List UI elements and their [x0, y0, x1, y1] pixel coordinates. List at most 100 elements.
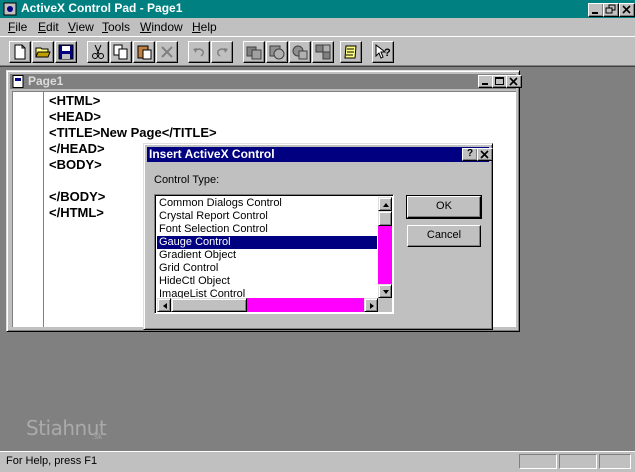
- window-title: ActiveX Control Pad - Page1: [21, 1, 183, 15]
- toolbar: ?: [0, 36, 635, 66]
- insert-activex-dialog[interactable]: Insert ActiveX Control ? Control Type: C…: [143, 143, 493, 330]
- object-button-4[interactable]: [312, 41, 334, 63]
- paste-icon: [137, 45, 152, 60]
- watermark-suffix: .sk: [92, 432, 103, 441]
- code-line: </HTML>: [49, 205, 104, 220]
- scroll-left-button[interactable]: [157, 298, 171, 312]
- delete-icon: [161, 46, 173, 58]
- code-line: <TITLE>New Page</TITLE>: [49, 125, 217, 140]
- undo-button[interactable]: [188, 41, 210, 63]
- main-titlebar[interactable]: ActiveX Control Pad - Page1: [0, 0, 635, 18]
- list-item[interactable]: Crystal Report Control: [157, 210, 377, 223]
- scroll-right-button[interactable]: [364, 298, 378, 312]
- ok-button[interactable]: OK: [406, 195, 482, 219]
- cut-button[interactable]: [87, 41, 109, 63]
- cancel-button[interactable]: Cancel: [407, 225, 481, 247]
- script-wizard-button[interactable]: [340, 41, 362, 63]
- object-icon-4: [315, 44, 331, 60]
- code-line: </HEAD>: [49, 141, 105, 156]
- object-icon-3: [292, 45, 308, 60]
- status-pane-2: [559, 454, 597, 469]
- menu-help-label: elp: [200, 20, 217, 34]
- control-type-listbox[interactable]: Common Dialogs Control Crystal Report Co…: [154, 194, 394, 314]
- open-icon: [35, 47, 51, 58]
- script-wizard-icon: [344, 45, 357, 59]
- save-button[interactable]: [55, 41, 77, 63]
- menu-edit-mnemonic: E: [38, 20, 47, 34]
- scroll-up-button[interactable]: [378, 197, 392, 211]
- dialog-close-button[interactable]: [477, 148, 493, 161]
- control-type-label: Control Type:: [154, 174, 220, 186]
- menu-edit[interactable]: Edit: [38, 20, 59, 34]
- copy-button[interactable]: [110, 41, 132, 63]
- save-icon: [58, 44, 74, 60]
- delete-button[interactable]: [156, 41, 178, 63]
- dialog-help-button[interactable]: ?: [462, 148, 478, 161]
- menu-view-mnemonic: V: [68, 20, 76, 34]
- paste-button[interactable]: [133, 41, 155, 63]
- redo-button[interactable]: [211, 41, 233, 63]
- app-icon[interactable]: [3, 2, 17, 16]
- list-item[interactable]: Common Dialogs Control: [157, 197, 377, 210]
- new-button[interactable]: [9, 41, 31, 63]
- restore-button[interactable]: [603, 3, 619, 17]
- undo-icon: [193, 48, 204, 57]
- menu-file-label: ile: [15, 20, 28, 34]
- dialog-title: Insert ActiveX Control: [149, 147, 275, 161]
- arrow-right-icon: [370, 303, 374, 309]
- menu-window-label: indow: [151, 20, 183, 34]
- menu-help[interactable]: Help: [192, 20, 217, 34]
- new-icon: [14, 44, 26, 60]
- scroll-corner: [378, 298, 392, 312]
- menu-window[interactable]: Window: [140, 20, 183, 34]
- list-item[interactable]: Gradient Object: [157, 249, 377, 262]
- redo-icon: [217, 48, 228, 57]
- open-button[interactable]: [32, 41, 54, 63]
- page1-titlebar[interactable]: Page1: [10, 74, 522, 89]
- arrow-up-icon: [383, 203, 389, 207]
- listbox-vertical-scrollbar[interactable]: [378, 197, 392, 298]
- list-item[interactable]: Grid Control: [157, 262, 377, 275]
- status-bar: For Help, press F1: [0, 451, 635, 472]
- page1-close-button[interactable]: [506, 75, 522, 88]
- object-button-3[interactable]: [289, 41, 311, 63]
- menu-bar: File Edit View Tools Window Help: [0, 18, 635, 36]
- dialog-titlebar[interactable]: Insert ActiveX Control ?: [147, 147, 493, 162]
- status-pane-3: [599, 454, 631, 469]
- object-icon-1: [246, 46, 262, 60]
- menu-window-mnemonic: W: [140, 20, 152, 34]
- cut-icon: [92, 44, 104, 59]
- code-line: <BODY>: [49, 157, 102, 172]
- list-item[interactable]: HideCtl Object: [157, 275, 377, 288]
- object-icon-2: [269, 45, 285, 60]
- menu-view[interactable]: View: [68, 20, 94, 34]
- listbox-horizontal-scrollbar[interactable]: [157, 298, 378, 312]
- svg-text:?: ?: [384, 47, 391, 59]
- menu-tools-label: ools: [108, 20, 131, 34]
- object-button-2[interactable]: [266, 41, 288, 63]
- menu-view-label: iew: [75, 20, 94, 34]
- editor-gutter: [13, 92, 44, 327]
- context-help-button[interactable]: ?: [372, 41, 394, 63]
- context-help-icon: ?: [375, 44, 391, 59]
- menu-tools[interactable]: Tools: [102, 20, 130, 34]
- status-pane-1: [519, 454, 557, 469]
- copy-icon: [113, 44, 128, 60]
- object-button-1[interactable]: [243, 41, 265, 63]
- code-line: <HEAD>: [49, 109, 102, 124]
- menu-file[interactable]: File: [8, 20, 27, 34]
- arrow-left-icon: [163, 303, 167, 309]
- list-item[interactable]: Font Selection Control: [157, 223, 377, 236]
- document-icon[interactable]: [12, 75, 24, 88]
- horizontal-scroll-thumb[interactable]: [171, 298, 247, 312]
- status-text: For Help, press F1: [6, 455, 98, 467]
- code-line: <HTML>: [49, 93, 101, 108]
- minimize-button[interactable]: [588, 3, 604, 17]
- vertical-scroll-thumb[interactable]: [378, 211, 392, 226]
- page1-title: Page1: [28, 74, 64, 88]
- close-button[interactable]: [619, 3, 635, 17]
- arrow-down-icon: [383, 290, 389, 294]
- scroll-down-button[interactable]: [378, 284, 392, 298]
- list-item-selected[interactable]: Gauge Control: [157, 236, 377, 249]
- code-line: </BODY>: [49, 189, 106, 204]
